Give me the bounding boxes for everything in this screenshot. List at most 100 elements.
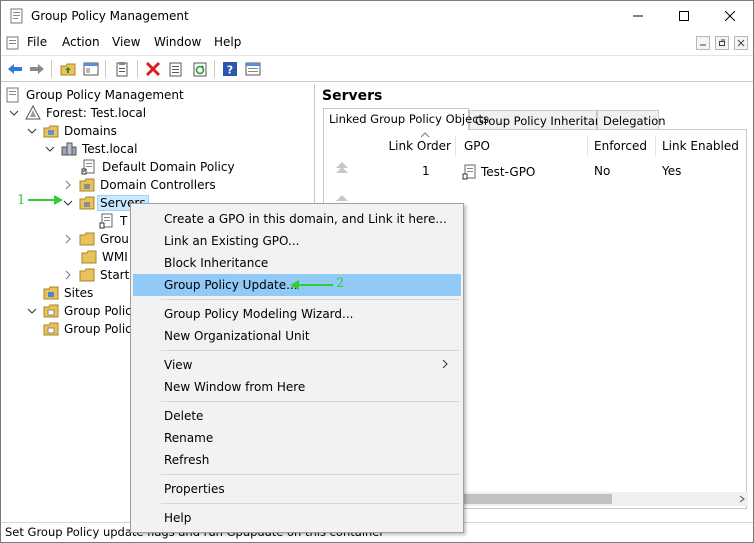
menu-item-new-window[interactable]: New Window from Here [133,376,461,398]
forest-icon [25,105,41,121]
menu-item-rename[interactable]: Rename [133,427,461,449]
mdi-close-button[interactable] [734,36,748,50]
menu-separator [161,503,459,504]
menu-item-create-gpo[interactable]: Create a GPO in this domain, and Link it… [133,208,461,230]
svg-text:?: ? [227,64,233,77]
maximize-button[interactable] [661,1,707,31]
menu-file[interactable]: File [27,35,47,49]
menu-action[interactable]: Action [62,35,100,49]
scrollbar-thumb[interactable] [462,494,612,504]
chevron-right-icon[interactable] [63,180,73,190]
toolbar-separator [51,60,52,78]
annotation-step-1: 1 [17,193,26,208]
refresh-icon[interactable] [191,60,209,78]
tree-node-wmi-filters[interactable]: WMI [81,248,130,266]
chevron-down-icon[interactable] [27,306,37,316]
tree-node-servers-gpo-link[interactable]: T [99,212,129,230]
back-icon[interactable] [6,60,24,78]
cell-enforced: No [594,164,611,178]
context-menu: Create a GPO in this domain, and Link it… [130,203,464,533]
up-folder-icon[interactable] [59,60,77,78]
close-button[interactable] [707,1,753,31]
column-header-link-order[interactable]: Link Order [364,136,456,156]
menu-separator [161,474,459,475]
menu-window[interactable]: Window [154,35,201,49]
menu-item-modeling-wizard[interactable]: Group Policy Modeling Wizard... [133,303,461,325]
chevron-down-icon[interactable] [9,108,19,118]
gpmc-icon [5,87,21,103]
menu-item-delete[interactable]: Delete [133,405,461,427]
mmc-console-icon[interactable] [5,35,21,51]
sort-ascending-icon [420,132,430,138]
mdi-minimize-button[interactable] [696,36,710,50]
chevron-right-icon [441,358,449,372]
tree-node-domains[interactable]: Domains [27,122,119,140]
export-icon[interactable] [167,60,185,78]
folder-icon [81,249,97,265]
menu-separator [161,401,459,402]
mdi-restore-button[interactable] [715,36,729,50]
toolbar-separator [137,60,138,78]
gpmc-app-icon [9,8,25,24]
tree-node-forest[interactable]: Forest: Test.local [9,104,148,122]
chevron-right-icon[interactable] [63,270,73,280]
cell-link-enabled: Yes [662,164,682,178]
sites-icon [43,285,59,301]
move-top-icon[interactable] [333,158,351,176]
menu-item-link-existing-gpo[interactable]: Link an Existing GPO... [133,230,461,252]
cell-gpo: Test-GPO [462,164,535,180]
menu-item-properties[interactable]: Properties [133,478,461,500]
tree-node-starter-gpos[interactable]: Start [63,266,131,284]
tree-node-gp-modeling[interactable]: Group Policy [27,302,141,320]
menu-item-block-inheritance[interactable]: Block Inheritance [133,252,461,274]
menu-item-refresh[interactable]: Refresh [133,449,461,471]
annotation-arrow-right-icon [28,195,63,205]
chevron-down-icon[interactable] [63,198,73,208]
tab-linked-gpos[interactable]: Linked Group Policy Objects [323,108,489,130]
help-icon[interactable]: ? [221,60,239,78]
properties-icon[interactable] [113,60,131,78]
tree-node-group-policy-objects[interactable]: Grou [63,230,131,248]
mmc-view-icon[interactable] [244,60,262,78]
delete-icon[interactable] [144,60,162,78]
forward-icon[interactable] [28,60,46,78]
gpo-link-icon [462,164,476,180]
annotation-step-2: 2 [336,276,345,291]
tree-node-gp-results[interactable]: Group Policy [43,320,141,338]
minimize-button[interactable] [615,1,661,31]
toolbar: ? [1,55,753,82]
folder-icon [79,267,95,283]
menu-item-view[interactable]: View [133,354,461,376]
tree-node-root[interactable]: Group Policy Management [5,86,186,104]
chevron-down-icon[interactable] [27,126,37,136]
column-header-link-enabled[interactable]: Link Enabled [656,136,748,156]
tab-delegation[interactable]: Delegation [597,110,666,130]
column-header-enforced[interactable]: Enforced [588,136,656,156]
tree-node-domain-controllers[interactable]: Domain Controllers [63,176,218,194]
window-title: Group Policy Management [31,9,189,23]
menu-bar: File Action View Window Help [1,32,753,54]
toolbar-separator [214,60,215,78]
tree-node-default-domain-policy[interactable]: Default Domain Policy [81,158,237,176]
chevron-right-icon[interactable] [63,234,73,244]
annotation-arrow-left-icon [290,280,333,290]
gpo-link-icon [99,213,115,229]
gpo-link-icon [81,159,97,175]
scroll-right-icon[interactable] [738,495,746,503]
folder-icon [79,231,95,247]
toolbar-separator [105,60,106,78]
menu-view[interactable]: View [112,35,140,49]
results-icon [43,321,59,337]
menu-separator [161,299,459,300]
menu-help[interactable]: Help [214,35,241,49]
column-header-gpo[interactable]: GPO [458,136,588,156]
menu-item-help[interactable]: Help [133,507,461,529]
chevron-down-icon[interactable] [45,144,55,154]
ou-folder-icon [79,195,95,211]
tree-node-domain[interactable]: Test.local [45,140,139,158]
title-bar[interactable]: Group Policy Management [1,1,753,31]
menu-separator [161,350,459,351]
show-tree-icon[interactable] [82,60,100,78]
menu-item-new-ou[interactable]: New Organizational Unit [133,325,461,347]
tree-node-sites[interactable]: Sites [43,284,95,302]
